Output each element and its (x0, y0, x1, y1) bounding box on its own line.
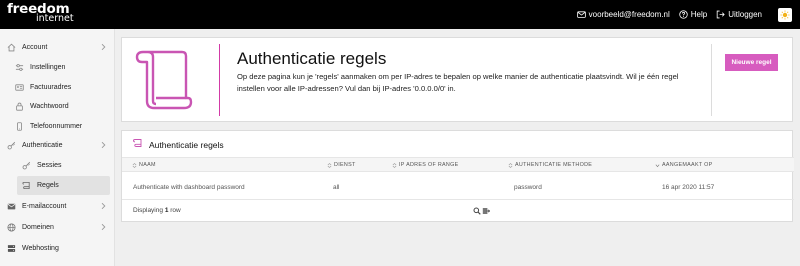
sidebar-item-label: Telefoonnummer (30, 123, 83, 130)
sidebar-item-webhosting[interactable]: Webhosting (0, 239, 115, 258)
chevron-right-icon (101, 223, 106, 231)
row-count: Displaying 1 row (133, 207, 181, 214)
chevron-right-icon (101, 202, 106, 210)
divider (711, 44, 712, 116)
sidebar-item-label: Authenticatie (22, 142, 63, 149)
sidebar-item-telefoonnummer[interactable]: Telefoonnummer (0, 117, 115, 136)
column-header-authenticatie-methode[interactable]: AUTHENTICATIE METHODE (508, 162, 592, 168)
top-nav: voorbeeld@freedom.nl Help Uitloggen (576, 0, 762, 29)
cell-naam: Authenticate with dashboard password (133, 184, 245, 191)
chevron-right-icon (101, 43, 106, 51)
logo[interactable]: freedom internet (7, 2, 77, 26)
new-rule-button[interactable]: Nieuwe regel (725, 54, 778, 71)
home-icon (6, 43, 16, 53)
sidebar-item-instellingen[interactable]: Instellingen (0, 58, 115, 77)
sidebar: Account Instellingen Factuuradres Wachtw… (0, 29, 115, 266)
rules-table-card: Authenticatie regels NAAM DIENST IP ADRE… (121, 130, 794, 222)
logo-subtitle: internet (36, 13, 74, 24)
lock-icon (14, 102, 24, 112)
sidebar-item-wachtwoord[interactable]: Wachtwoord (0, 97, 115, 116)
help-label: Help (690, 10, 708, 19)
row-count-prefix: Displaying (133, 207, 163, 214)
sidebar-item-label: Wachtwoord (30, 103, 69, 110)
scroll-icon (21, 181, 31, 191)
settings-icon (14, 63, 24, 73)
sidebar-item-factuuradres[interactable]: Factuuradres (0, 78, 115, 97)
column-header-label: AANGEMAAKT OP (662, 162, 713, 168)
sidebar-item-label: Account (22, 44, 48, 51)
top-bar: freedom internet voorbeeld@freedom.nl He… (0, 0, 800, 29)
sidebar-item-label: Instellingen (30, 64, 66, 71)
scroll-icon (133, 139, 142, 147)
cell-authenticatie-methode: password (514, 184, 542, 191)
help-link[interactable]: Help (679, 10, 707, 19)
cell-aangemaakt-op: 16 apr 2020 11:57 (662, 184, 715, 191)
cell-dienst: all (333, 184, 340, 191)
key-icon (21, 161, 31, 171)
address-card-icon (14, 83, 24, 93)
avatar[interactable] (778, 8, 792, 22)
sort-down-icon (655, 163, 660, 167)
sort-icon (392, 162, 397, 168)
column-header-dienst[interactable]: DIENST (327, 162, 356, 168)
logout-link[interactable]: Uitloggen (716, 10, 762, 19)
account-email-link[interactable]: voorbeeld@freedom.nl (576, 10, 670, 19)
sidebar-item-label: Domeinen (22, 224, 54, 231)
envelope-icon (6, 202, 16, 212)
logout-icon (716, 10, 725, 19)
search-icon[interactable] (473, 207, 481, 215)
column-header-label: IP ADRES OF RANGE (399, 162, 459, 168)
table-header: NAAM DIENST IP ADRES OF RANGE AUTHENTICA… (122, 157, 794, 172)
key-icon (6, 141, 16, 151)
table-title: Authenticatie regels (149, 140, 224, 150)
account-email: voorbeeld@freedom.nl (588, 10, 670, 19)
sidebar-item-regels[interactable]: Regels (17, 176, 110, 195)
sidebar-item-label: Factuuradres (30, 84, 72, 91)
sidebar-item-label: Sessies (37, 162, 62, 169)
column-header-ip-adres[interactable]: IP ADRES OF RANGE (392, 162, 459, 168)
column-header-label: NAAM (139, 162, 156, 168)
intro-card: Authenticatie regels Op deze pagina kun … (121, 37, 793, 122)
sidebar-item-domeinen[interactable]: Domeinen (0, 218, 115, 237)
sidebar-item-sessies[interactable]: Sessies (0, 156, 115, 175)
sort-icon (132, 162, 137, 168)
phone-icon (14, 122, 24, 132)
chevron-right-icon (101, 141, 106, 149)
help-icon (679, 10, 688, 19)
column-header-label: AUTHENTICATIE METHODE (515, 162, 593, 168)
sort-icon (327, 162, 332, 168)
server-icon (6, 244, 16, 254)
column-header-aangemaakt-op[interactable]: AANGEMAAKT OP (655, 162, 713, 168)
sidebar-item-account[interactable]: Account (0, 38, 115, 57)
page-description: Op deze pagina kun je 'regels' aanmaken … (237, 72, 679, 93)
logout-label: Uitloggen (728, 10, 762, 19)
envelope-icon (576, 11, 586, 18)
row-count-number: 1 (164, 207, 169, 214)
sidebar-item-e-mailaccount[interactable]: E-mailaccount (0, 197, 115, 216)
sun-icon (780, 10, 790, 20)
sort-icon (508, 162, 513, 168)
column-header-label: DIENST (334, 162, 356, 168)
row-count-suffix: row (170, 207, 181, 214)
globe-icon (6, 223, 16, 233)
divider (219, 44, 220, 116)
column-header-naam[interactable]: NAAM (132, 162, 156, 168)
page-title: Authenticatie regels (237, 49, 387, 68)
sidebar-item-authenticatie[interactable]: Authenticatie (0, 136, 115, 155)
divider (122, 199, 794, 200)
scroll-icon (135, 50, 193, 110)
export-icon[interactable] (482, 207, 490, 215)
sidebar-item-label: E-mailaccount (22, 203, 67, 210)
sidebar-item-label: Regels (37, 182, 59, 189)
sidebar-item-label: Webhosting (22, 245, 59, 252)
